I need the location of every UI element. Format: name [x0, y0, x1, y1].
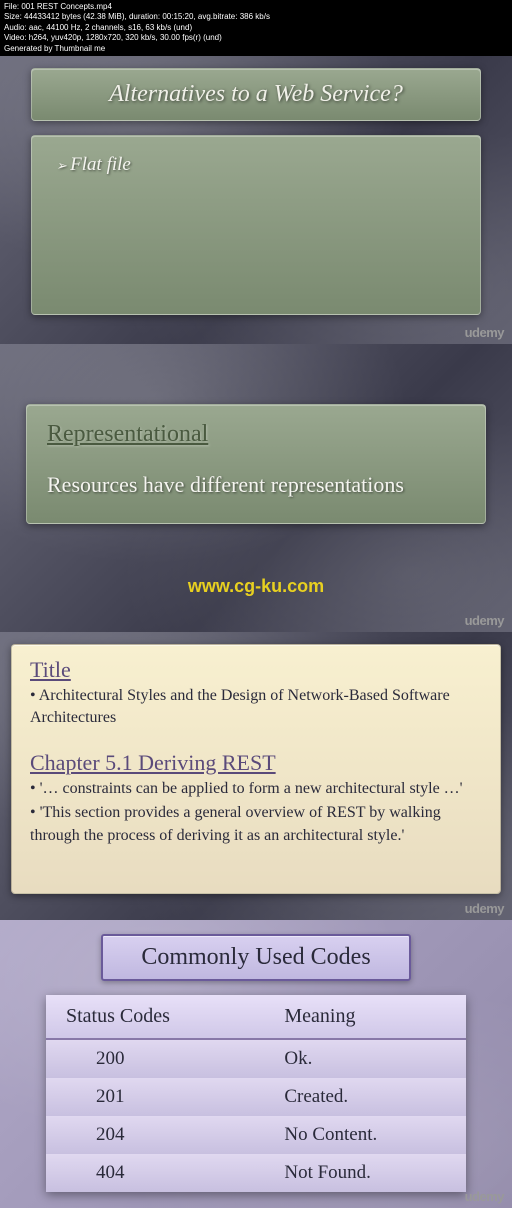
meaning-cell: No Content. [264, 1116, 466, 1154]
meta-file: File: 001 REST Concepts.mp4 [4, 2, 508, 12]
rep-heading: Representational [47, 421, 465, 448]
code-cell: 204 [46, 1116, 264, 1154]
meta-video: Video: h264, yuv420p, 1280x720, 320 kb/s… [4, 33, 508, 43]
paper-chapter-text1: • '… constraints can be applied to form … [30, 778, 482, 800]
meta-size: Size: 44433412 bytes (42.38 MiB), durati… [4, 12, 508, 22]
slide-content-box: Flat file [31, 135, 481, 315]
representational-box: Representational Resources have differen… [26, 404, 486, 524]
rep-text: Resources have different representations [47, 472, 465, 498]
paper-title-text: • Architectural Styles and the Design of… [30, 685, 482, 730]
code-cell: 201 [46, 1078, 264, 1116]
table-row: 404 Not Found. [46, 1154, 466, 1192]
watermark-url: www.cg-ku.com [188, 576, 324, 597]
slide-title: Alternatives to a Web Service? [31, 68, 481, 121]
status-codes-table: Status Codes Meaning 200 Ok. 201 Created… [46, 995, 466, 1192]
brand-logo: udemy [465, 901, 504, 916]
table-row: 200 Ok. [46, 1039, 466, 1078]
header-status-codes: Status Codes [46, 995, 264, 1039]
slide-codes: Commonly Used Codes Status Codes Meaning… [0, 920, 512, 1208]
meaning-cell: Created. [264, 1078, 466, 1116]
bullet-flat-file: Flat file [56, 154, 456, 176]
paper-chapter-text2: • 'This section provides a general overv… [30, 802, 482, 847]
slide-alternatives: Alternatives to a Web Service? Flat file… [0, 56, 512, 344]
paper-box: Title • Architectural Styles and the Des… [11, 644, 501, 894]
table-row: 204 No Content. [46, 1116, 466, 1154]
video-metadata: File: 001 REST Concepts.mp4 Size: 444334… [0, 0, 512, 56]
meaning-cell: Not Found. [264, 1154, 466, 1192]
slide-paper: Title • Architectural Styles and the Des… [0, 632, 512, 920]
codes-title: Commonly Used Codes [101, 934, 411, 981]
table-header-row: Status Codes Meaning [46, 995, 466, 1039]
brand-logo: udemy [465, 613, 504, 628]
slide-representational: Representational Resources have differen… [0, 344, 512, 632]
code-cell: 404 [46, 1154, 264, 1192]
code-cell: 200 [46, 1039, 264, 1078]
brand-logo: udemy [465, 1189, 504, 1204]
table-row: 201 Created. [46, 1078, 466, 1116]
meta-generator: Generated by Thumbnail me [4, 44, 508, 54]
meaning-cell: Ok. [264, 1039, 466, 1078]
brand-logo: udemy [465, 325, 504, 340]
paper-title-heading: Title [30, 657, 482, 683]
meta-audio: Audio: aac, 44100 Hz, 2 channels, s16, 6… [4, 23, 508, 33]
paper-chapter-heading: Chapter 5.1 Deriving REST [30, 750, 482, 776]
header-meaning: Meaning [264, 995, 466, 1039]
